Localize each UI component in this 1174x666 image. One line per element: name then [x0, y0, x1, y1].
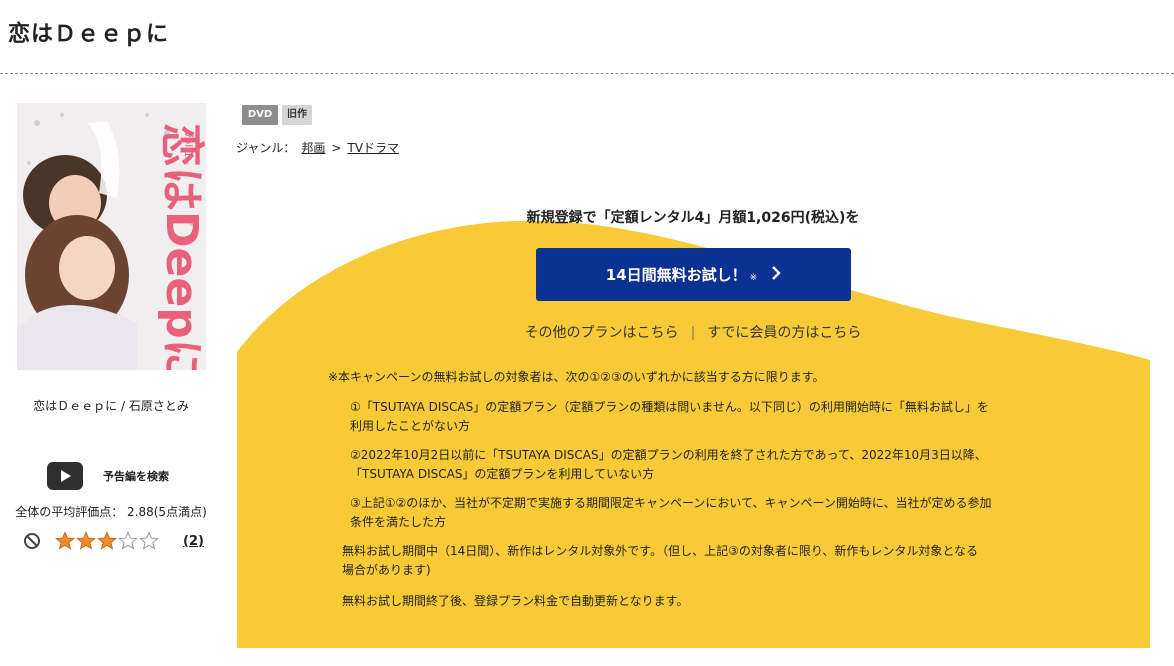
- trailer-search-label: 予告編を検索: [103, 470, 169, 483]
- average-rating: 全体の平均評価点： 2.88(5点満点): [15, 505, 207, 519]
- free-trial-button[interactable]: 14日間無料お試し！ ※: [536, 248, 851, 301]
- link-separator: |: [690, 325, 696, 341]
- cover-art: 恋はDeepに vol.1: [17, 103, 206, 370]
- status-badge: 旧作: [282, 105, 312, 125]
- campaign-lead-text: 新規登録で「定額レンタル4」月額1,026円(税込)を: [526, 210, 860, 226]
- chevron-right-icon: [771, 265, 781, 284]
- note-item-2-line-1: ②2022年10月2日以前に「TSUTAYA DISCAS」の定額プランの利用を…: [350, 448, 987, 462]
- other-plans-link[interactable]: その他のプランはこちら: [525, 325, 679, 341]
- title-divider: [0, 73, 1174, 74]
- svg-text:恋はDeepに: 恋はDeepに: [156, 123, 206, 370]
- trial-note-line-1: 無料お試し期間中（14日間）、新作はレンタル対象外です。（但し、上記③の対象者に…: [342, 544, 978, 558]
- trial-note-line-2: 場合があります): [342, 563, 431, 577]
- note-item-1-line-1: ①「TSUTAYA DISCAS」の定額プラン（定額プランの種類は問いません。以…: [350, 400, 989, 414]
- member-login-link[interactable]: すでに会員の方はこちら: [707, 325, 861, 341]
- star-filled-icon[interactable]: [55, 531, 75, 551]
- renewal-note: 無料お試し期間終了後、登録プラン料金で自動更新となります。: [342, 594, 689, 608]
- item-badges: DVD 旧作: [242, 105, 312, 125]
- note-item-3-line-2: 条件を満たした方: [350, 515, 447, 529]
- star-empty-icon[interactable]: [118, 531, 138, 551]
- star-empty-icon[interactable]: [139, 531, 159, 551]
- notes-heading: ※本キャンペーンの無料お試しの対象者は、次の①②③のいずれかに該当する方に限りま…: [328, 370, 825, 384]
- free-trial-label: 14日間無料お試し！: [605, 266, 747, 284]
- genre-label: ジャンル：: [236, 141, 296, 155]
- star-filled-icon[interactable]: [97, 531, 117, 551]
- page-title: 恋はＤｅｅｐに: [8, 22, 170, 47]
- review-count-link[interactable]: (2): [183, 534, 204, 549]
- trailer-search-button[interactable]: 予告編を検索: [47, 462, 169, 490]
- prohibited-icon[interactable]: [23, 532, 41, 550]
- note-item-3-line-1: ③上記①②のほか、当社が不定期で実施する期間限定キャンペーンにおいて、キャンペー…: [350, 496, 992, 510]
- cover-caption[interactable]: 恋はＤｅｅｐに / 石原さとみ: [0, 397, 222, 414]
- genre-link-2[interactable]: TVドラマ: [347, 139, 399, 156]
- note-item-2-line-2: 「TSUTAYA DISCAS」の定額プランを利用していない方: [350, 467, 655, 481]
- rating-row: (2): [23, 530, 213, 552]
- cover-title-art: 恋はDeepに: [156, 123, 206, 370]
- free-trial-note-mark: ※: [749, 272, 758, 283]
- plan-links: その他のプランはこちら | すでに会員の方はこちら: [237, 322, 1149, 342]
- format-badge: DVD: [242, 105, 278, 125]
- star-filled-icon[interactable]: [76, 531, 96, 551]
- cover-image[interactable]: 恋はDeepに vol.1: [17, 103, 206, 370]
- genre-link-1[interactable]: 邦画: [301, 139, 325, 156]
- genre-separator: >: [331, 140, 342, 155]
- cover-vol: vol.1: [182, 131, 195, 158]
- note-item-1-line-2: 利用したことがない方: [350, 419, 471, 433]
- genre-breadcrumb: ジャンル： 邦画 > TVドラマ: [236, 139, 399, 156]
- play-icon: [47, 462, 83, 490]
- star-rating[interactable]: [55, 531, 159, 551]
